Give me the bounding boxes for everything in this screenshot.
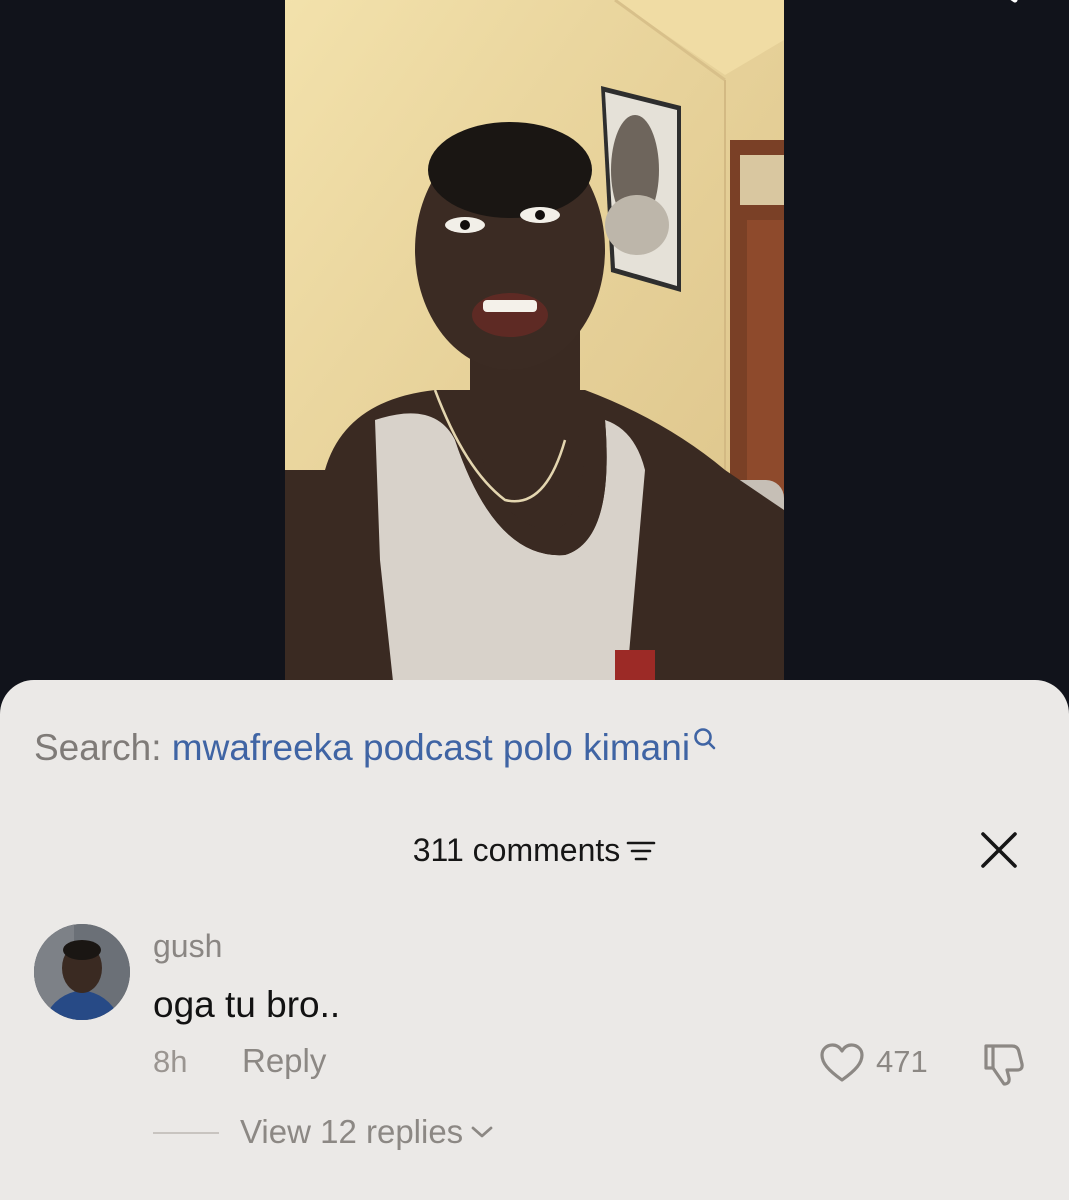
replies-divider bbox=[153, 1132, 219, 1134]
comment-text: oga tu bro.. bbox=[153, 984, 341, 1025]
search-icon[interactable] bbox=[692, 726, 718, 752]
avatar-image bbox=[34, 924, 130, 1020]
video-area[interactable] bbox=[0, 0, 1069, 700]
search-query-link[interactable]: mwafreeka podcast polo kimani bbox=[172, 727, 690, 768]
chevron-down-icon bbox=[471, 1126, 493, 1138]
comments-sheet: Search: mwafreeka podcast polo kimani 31… bbox=[0, 680, 1069, 1200]
search-icon[interactable] bbox=[965, 0, 1025, 18]
close-icon[interactable] bbox=[979, 830, 1019, 870]
search-prefix: Search: bbox=[34, 727, 162, 768]
avatar[interactable] bbox=[34, 924, 130, 1020]
view-replies-label: View 12 replies bbox=[240, 1113, 464, 1150]
comment-username[interactable]: gush bbox=[153, 926, 222, 966]
view-replies-button[interactable]: View 12 replies bbox=[240, 1110, 495, 1154]
like-count: 471 bbox=[876, 1044, 928, 1079]
video-player[interactable] bbox=[285, 0, 784, 700]
comment-timestamp: 8h bbox=[153, 1044, 188, 1079]
dislike-icon[interactable] bbox=[978, 1038, 1028, 1088]
comments-count: 311 comments bbox=[412, 832, 621, 868]
heart-icon[interactable] bbox=[818, 1042, 866, 1084]
comments-header: 311 comments bbox=[0, 828, 1069, 872]
search-suggestion[interactable]: Search: mwafreeka podcast polo kimani bbox=[34, 724, 718, 772]
filter-icon[interactable] bbox=[626, 838, 656, 864]
reply-button[interactable]: Reply bbox=[242, 1040, 326, 1082]
video-frame-image bbox=[285, 0, 784, 700]
